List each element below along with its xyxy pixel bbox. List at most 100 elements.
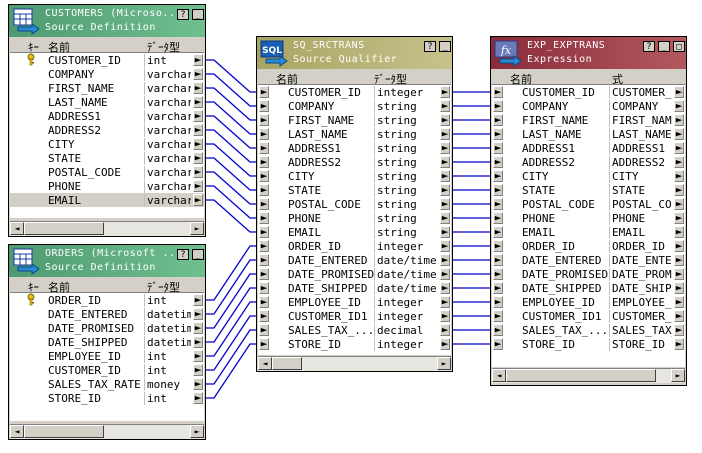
source-qualifier-window[interactable]: SQL SQ_SRCTRANS Source Qualifier ? _ 名前 … [256, 36, 453, 372]
port-row[interactable]: ►CUSTOMER_ID1CUSTOMER_ID1► [492, 309, 685, 323]
port-row[interactable]: ► EMPLOYEE_ID integer ► [258, 295, 451, 309]
port-row[interactable]: ►DATE_ENTEREDDATE_ENTERED► [492, 253, 685, 267]
port-row[interactable]: ► LAST_NAME string ► [258, 127, 451, 141]
sq-title-bar[interactable]: SQL SQ_SRCTRANS Source Qualifier ? _ [257, 37, 452, 69]
input-port-arrow[interactable]: ► [259, 198, 269, 210]
output-port-arrow[interactable]: ► [193, 180, 203, 192]
port-row[interactable]: ADDRESS2 varchar ► [10, 123, 204, 137]
exp-horizontal-scrollbar[interactable]: ◄ ► [492, 368, 685, 383]
port-row[interactable]: ► ADDRESS1 ADDRESS1 ► [492, 141, 685, 155]
port-row[interactable]: PHONE varchar ► [10, 179, 204, 193]
output-port-arrow[interactable]: ► [440, 170, 450, 182]
port-row[interactable]: ► STORE_ID STORE_ID ► [492, 337, 685, 351]
port-row[interactable]: ► DATE_PROMISED date/time ► [258, 267, 451, 281]
port-row[interactable]: CUSTOMER_ID int ► [10, 53, 204, 67]
scroll-left-button[interactable]: ◄ [492, 369, 506, 382]
port-row[interactable]: ► DATE_ENTERED date/time ► [258, 253, 451, 267]
output-port-arrow[interactable]: ► [674, 268, 684, 280]
port-row[interactable]: ► ADDRESS1 string ► [258, 141, 451, 155]
output-port-arrow[interactable]: ► [193, 96, 203, 108]
port-row[interactable]: ► STATE string ► [258, 183, 451, 197]
port-row[interactable]: ► PHONE string ► [258, 211, 451, 225]
orders-source-window[interactable]: ORDERS (Microsoft ... Source Definition … [8, 244, 206, 440]
input-port-arrow[interactable]: ► [259, 254, 269, 266]
output-port-arrow[interactable]: ► [440, 296, 450, 308]
input-port-arrow[interactable]: ► [259, 114, 269, 126]
port-row[interactable]: SALES_TAX_RATE money ► [10, 377, 204, 391]
input-port-arrow[interactable]: ► [259, 128, 269, 140]
output-port-arrow[interactable]: ► [674, 142, 684, 154]
port-row[interactable]: ►DATE_SHIPPEDDATE_SHIPPED► [492, 281, 685, 295]
port-row[interactable]: FIRST_NAME varchar ► [10, 81, 204, 95]
output-port-arrow[interactable]: ► [440, 128, 450, 140]
output-port-arrow[interactable]: ► [193, 54, 203, 66]
output-port-arrow[interactable]: ► [193, 124, 203, 136]
scroll-right-button[interactable]: ► [190, 222, 204, 235]
input-port-arrow[interactable]: ► [493, 296, 503, 308]
minimize-button[interactable]: _ [439, 41, 451, 52]
input-port-arrow[interactable]: ► [259, 240, 269, 252]
input-port-arrow[interactable]: ► [493, 310, 503, 322]
orders-title-bar[interactable]: ORDERS (Microsoft ... Source Definition … [9, 245, 205, 277]
minimize-button[interactable]: _ [192, 9, 204, 20]
input-port-arrow[interactable]: ► [493, 100, 503, 112]
input-port-arrow[interactable]: ► [493, 282, 503, 294]
output-port-arrow[interactable]: ► [193, 110, 203, 122]
port-row[interactable]: ► LAST_NAME LAST_NAME ► [492, 127, 685, 141]
scroll-thumb[interactable] [272, 357, 302, 370]
port-row[interactable]: CITY varchar ► [10, 137, 204, 151]
output-port-arrow[interactable]: ► [440, 142, 450, 154]
output-port-arrow[interactable]: ► [440, 100, 450, 112]
input-port-arrow[interactable]: ► [493, 86, 503, 98]
input-port-arrow[interactable]: ► [493, 184, 503, 196]
output-port-arrow[interactable]: ► [193, 294, 203, 306]
port-row[interactable]: DATE_ENTERED datetime► [10, 307, 204, 321]
input-port-arrow[interactable]: ► [493, 268, 503, 280]
port-row[interactable]: ►EMPLOYEE_IDEMPLOYEE_ID► [492, 295, 685, 309]
output-port-arrow[interactable]: ► [674, 296, 684, 308]
output-port-arrow[interactable]: ► [674, 212, 684, 224]
port-row[interactable]: ► COMPANY string ► [258, 99, 451, 113]
scroll-left-button[interactable]: ◄ [10, 425, 24, 438]
port-row[interactable]: ► FIRST_NAME string ► [258, 113, 451, 127]
customers-source-window[interactable]: CUSTOMERS (Microso... Source Definition … [8, 4, 206, 237]
output-port-arrow[interactable]: ► [440, 240, 450, 252]
port-row[interactable]: ► CUSTOMER_ID1 integer ► [258, 309, 451, 323]
help-button[interactable]: ? [177, 9, 189, 20]
output-port-arrow[interactable]: ► [193, 82, 203, 94]
orders-horizontal-scrollbar[interactable]: ◄ ► [10, 424, 204, 439]
output-port-arrow[interactable]: ► [674, 240, 684, 252]
input-port-arrow[interactable]: ► [493, 114, 503, 126]
port-row[interactable]: ► DATE_SHIPPED date/time ► [258, 281, 451, 295]
output-port-arrow[interactable]: ► [440, 212, 450, 224]
output-port-arrow[interactable]: ► [193, 336, 203, 348]
scroll-thumb[interactable] [24, 425, 104, 438]
port-row[interactable]: ► STATE STATE ► [492, 183, 685, 197]
port-row[interactable]: ►CUSTOMER_IDCUSTOMER_ID► [492, 85, 685, 99]
help-button[interactable]: ? [424, 41, 436, 52]
input-port-arrow[interactable]: ► [259, 338, 269, 350]
output-port-arrow[interactable]: ► [440, 324, 450, 336]
output-port-arrow[interactable]: ► [440, 310, 450, 322]
output-port-arrow[interactable]: ► [674, 184, 684, 196]
port-row[interactable]: STATE varchar ► [10, 151, 204, 165]
input-port-arrow[interactable]: ► [493, 212, 503, 224]
input-port-arrow[interactable]: ► [259, 324, 269, 336]
output-port-arrow[interactable]: ► [440, 156, 450, 168]
customers-horizontal-scrollbar[interactable]: ◄ ► [10, 221, 204, 236]
output-port-arrow[interactable]: ► [674, 156, 684, 168]
port-row[interactable]: ORDER_ID int ► [10, 293, 204, 307]
scroll-thumb[interactable] [506, 369, 656, 382]
minimize-button[interactable]: _ [658, 41, 670, 52]
output-port-arrow[interactable]: ► [674, 86, 684, 98]
output-port-arrow[interactable]: ► [440, 254, 450, 266]
customers-title-bar[interactable]: CUSTOMERS (Microso... Source Definition … [9, 5, 205, 37]
input-port-arrow[interactable]: ► [259, 268, 269, 280]
port-row[interactable]: STORE_ID int ► [10, 391, 204, 405]
port-row[interactable]: EMPLOYEE_ID int ► [10, 349, 204, 363]
output-port-arrow[interactable]: ► [440, 226, 450, 238]
port-row[interactable]: EMAIL varchar ► [10, 193, 204, 207]
input-port-arrow[interactable]: ► [259, 86, 269, 98]
output-port-arrow[interactable]: ► [193, 194, 203, 206]
input-port-arrow[interactable]: ► [259, 184, 269, 196]
